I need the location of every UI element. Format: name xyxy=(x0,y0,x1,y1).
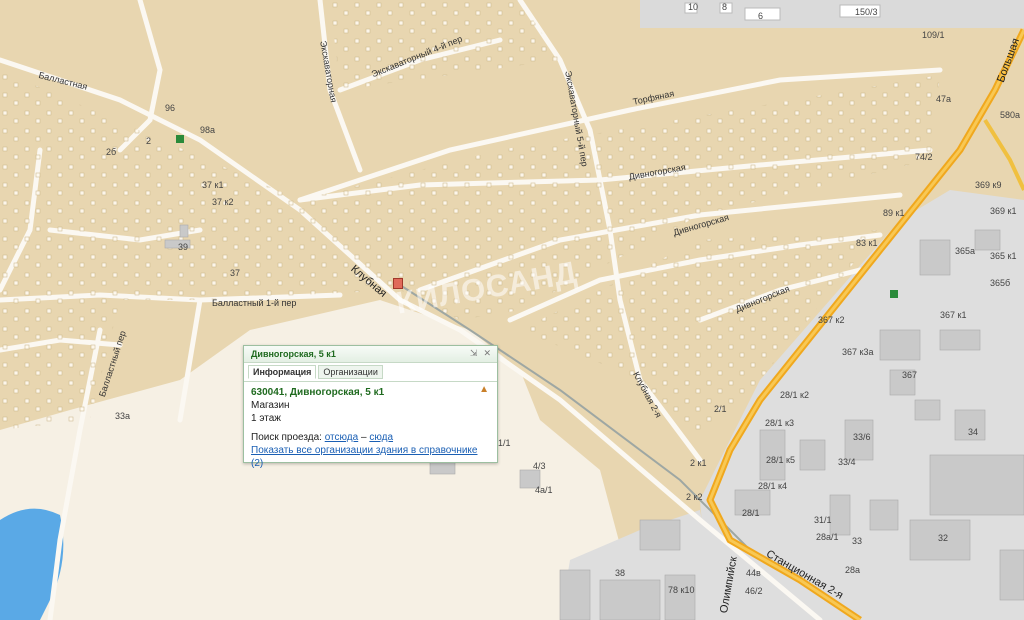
show-all-orgs-link[interactable]: Показать все организации здания в справо… xyxy=(251,445,477,456)
show-all-orgs: Показать все организации здания в справо… xyxy=(251,444,490,470)
house-number: 365а xyxy=(955,246,976,256)
house-number: 31/1 xyxy=(814,515,832,525)
house-number: 365б xyxy=(990,278,1011,288)
house-number: 38 xyxy=(615,568,626,578)
house-number: 2 к2 xyxy=(686,492,703,502)
route-search: Поиск проезда: отсюда – сюда xyxy=(251,431,490,444)
house-number: 37 к1 xyxy=(202,180,224,190)
tab-organizations[interactable]: Организации xyxy=(318,365,383,379)
house-number: 33/6 xyxy=(853,432,871,442)
house-number: 34 xyxy=(968,427,979,437)
house-number: 8 xyxy=(722,2,728,12)
popup-building-type: Магазин xyxy=(251,400,290,411)
house-number: 109/1 xyxy=(922,30,945,40)
house-number: 37 к2 xyxy=(212,197,234,207)
house-number: 1/1 xyxy=(498,438,511,448)
route-from-link[interactable]: отсюда xyxy=(325,432,359,443)
house-number: 37 xyxy=(230,268,241,278)
house-number: 2/1 xyxy=(714,404,727,414)
building-info-popup: Дивногорская, 5 к1 ⇲ ✕ Информация Организа… xyxy=(243,345,498,469)
house-number: 367 к3а xyxy=(842,347,874,357)
house-number: 78 к10 xyxy=(668,585,695,595)
house-number: 28/1 к3 xyxy=(765,418,794,428)
popup-body: 630041, Дивногорская, 5 к1 Магазин 1 эта… xyxy=(244,381,497,474)
house-number: 150/3 xyxy=(855,7,878,17)
house-number: 47а xyxy=(936,94,952,104)
warning-icon: ▲ xyxy=(479,384,489,395)
house-number: 28а xyxy=(845,565,861,575)
house-number: 89 к1 xyxy=(883,208,905,218)
house-number: 365 к1 xyxy=(990,251,1017,261)
house-number: 2 к1 xyxy=(690,458,707,468)
popup-controls: ⇲ ✕ xyxy=(464,348,491,359)
tab-info[interactable]: Информация xyxy=(248,365,317,379)
house-number: 74/2 xyxy=(915,152,933,162)
street-label-ballastny-1: Балластный 1-й пер xyxy=(212,298,297,308)
house-number: 367 xyxy=(902,370,918,380)
house-number: 33а xyxy=(115,411,131,421)
house-number: 46/2 xyxy=(745,586,763,596)
house-number: 369 к9 xyxy=(975,180,1002,190)
house-number: 96 xyxy=(165,103,176,113)
house-number: 83 к1 xyxy=(856,238,878,248)
show-all-orgs-count: (2) xyxy=(251,458,264,469)
popup-title: Дивногорская, 5 к1 xyxy=(244,346,497,363)
house-number: 369 к1 xyxy=(990,206,1017,216)
house-number: 28/1 к4 xyxy=(758,481,787,491)
house-number: 39 xyxy=(178,242,189,252)
route-label: Поиск проезда: xyxy=(251,432,322,443)
house-number: 28/1 к2 xyxy=(780,390,809,400)
popup-address: 630041, Дивногорская, 5 к1 xyxy=(251,387,385,398)
house-number: 367 к2 xyxy=(818,315,845,325)
route-separator: – xyxy=(360,432,367,443)
popup-tabs: Информация Организации xyxy=(244,363,497,381)
house-number: 2б xyxy=(106,147,117,157)
house-number: 33 xyxy=(852,536,863,546)
close-icon[interactable]: ✕ xyxy=(483,348,491,358)
house-number: 10 xyxy=(688,2,699,12)
house-number: 367 к1 xyxy=(940,310,967,320)
pin-icon[interactable]: ⇲ xyxy=(470,348,478,358)
house-number: 32 xyxy=(938,533,949,543)
house-number: 2 xyxy=(146,136,152,146)
map-canvas[interactable] xyxy=(0,0,1024,620)
house-number: 98а xyxy=(200,125,216,135)
house-number: 28/1 xyxy=(742,508,760,518)
house-number: 44в xyxy=(746,568,761,578)
popup-floors: 1 этаж xyxy=(251,413,281,424)
house-number: 6 xyxy=(758,11,764,21)
house-number: 580а xyxy=(1000,110,1021,120)
route-to-link[interactable]: сюда xyxy=(369,432,393,443)
house-number: 33/4 xyxy=(838,457,856,467)
house-number: 4/3 xyxy=(533,461,546,471)
house-number: 28/1 к5 xyxy=(766,455,795,465)
house-number: 28а/1 xyxy=(816,532,839,542)
house-number: 4а/1 xyxy=(535,485,553,495)
